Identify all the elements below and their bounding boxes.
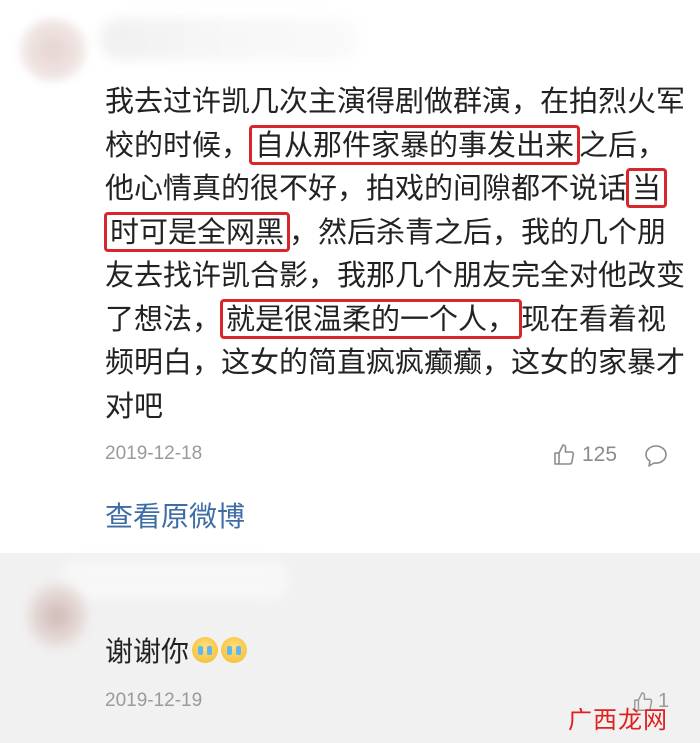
- crying-emoji-icon: [221, 637, 248, 663]
- crying-emoji-icon: [192, 637, 219, 663]
- reply-comment-text: 谢谢你: [105, 630, 248, 670]
- like-button[interactable]: 125: [552, 443, 617, 467]
- thumbs-up-icon: [554, 444, 575, 465]
- avatar[interactable]: [18, 18, 88, 82]
- comment-card: 我去过许凯几次主演得剧做群演，在拍烈火军校的时候， 自从那件家暴的事发出来 之后，他…: [0, 0, 700, 553]
- highlighted-text: 就是很温柔的一个人，: [220, 298, 523, 339]
- watermark-part1: 广西: [568, 706, 618, 734]
- reply-button[interactable]: [643, 443, 669, 473]
- reply-date: 2019-12-19: [105, 690, 203, 711]
- username-blurred: [100, 18, 360, 60]
- comment-date: 2019-12-18: [105, 443, 203, 464]
- highlighted-text: 自从那件家暴的事发出来: [249, 124, 581, 165]
- watermark-part2: 龙网: [618, 706, 668, 734]
- watermark-logo: 广西龙网: [568, 700, 668, 735]
- comment-text: 我去过许凯几次主演得剧做群演，在拍烈火军校的时候， 自从那件家暴的事发出来 之后，他…: [104, 80, 685, 428]
- comment-bubble-icon: [645, 445, 667, 467]
- like-count: 125: [582, 443, 618, 466]
- view-original-weibo-link[interactable]: 查看原微博: [105, 495, 245, 535]
- avatar[interactable]: [26, 580, 88, 652]
- username-blurred: [60, 560, 290, 600]
- reply-text: 谢谢你: [105, 635, 190, 668]
